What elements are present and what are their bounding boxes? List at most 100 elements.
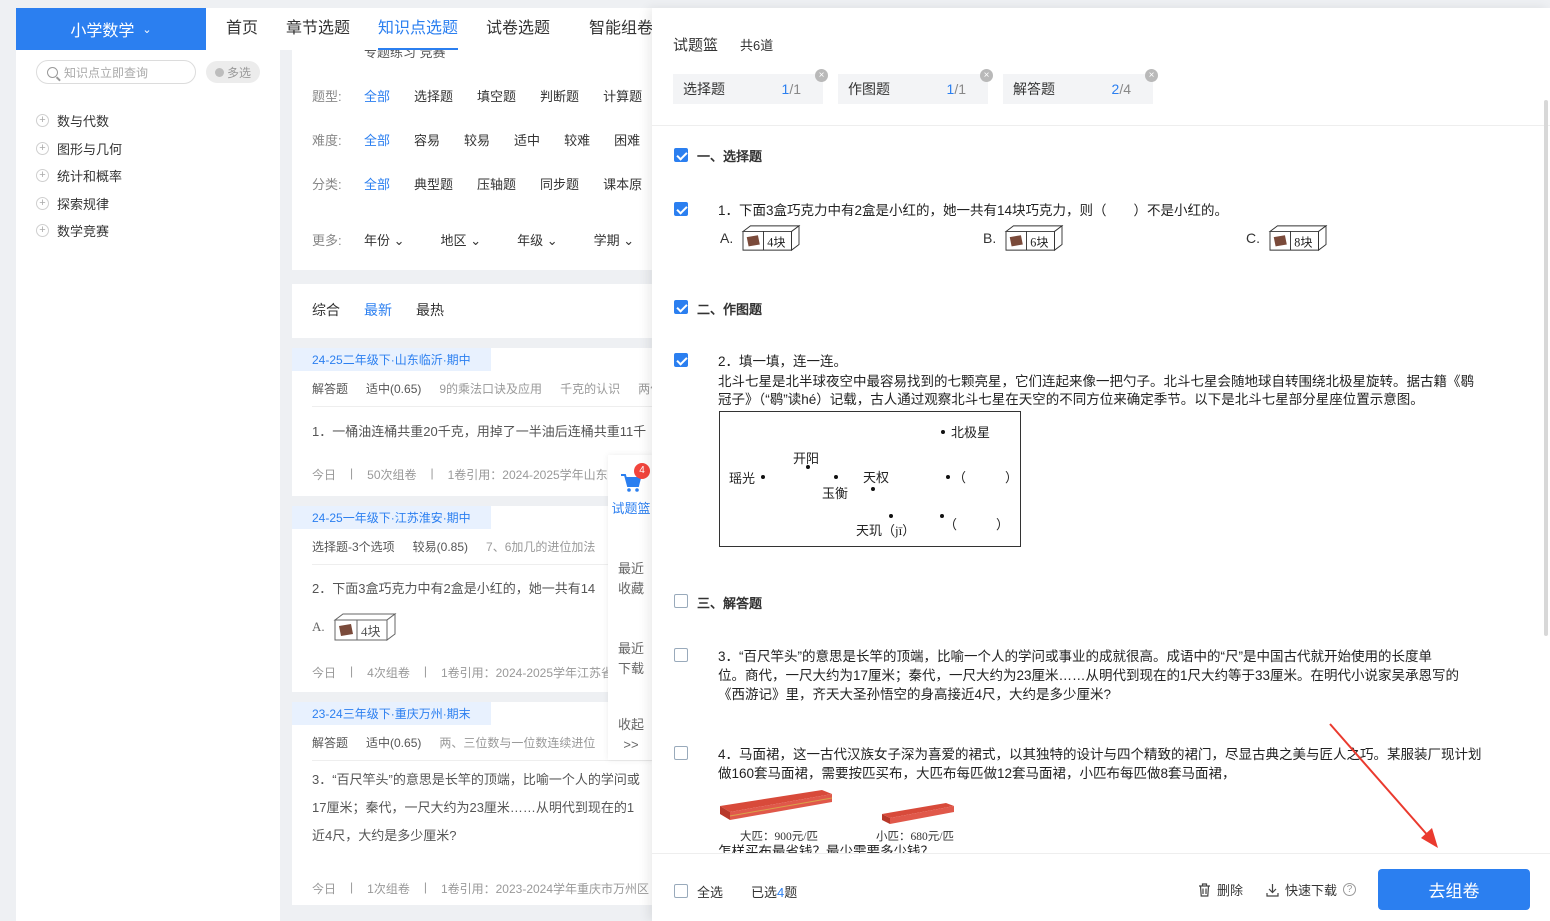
question-checkbox[interactable] [674, 648, 688, 662]
collapse-button[interactable]: 收起 >> [608, 715, 654, 755]
sort-tab-latest[interactable]: 最新 [364, 300, 392, 320]
question-card[interactable]: 24-25二年级下·山东临沂·期中 解答题 适中(0.65) 9的乘法口诀及应用… [292, 338, 662, 492]
tree-item[interactable]: + 数学竞赛 [36, 220, 109, 240]
question-source[interactable]: 24-25二年级下·山东临沂·期中 [292, 348, 491, 371]
delete-button[interactable]: 删除 [1198, 880, 1243, 899]
filter-option[interactable]: 计算题 [603, 86, 642, 105]
recent-favorites[interactable]: 最近 收藏 [608, 559, 654, 599]
nav-paper[interactable]: 试卷选题 [486, 8, 550, 50]
tree-item[interactable]: + 数与代数 [36, 110, 109, 130]
question-checkbox[interactable] [674, 202, 688, 216]
filter-option[interactable]: 同步题 [540, 174, 579, 193]
year-dropdown[interactable]: 年份 ⌄ [364, 230, 405, 249]
divider [312, 406, 662, 407]
question-card[interactable]: 23-24三年级下·重庆万州·期末 解答题 适中(0.65) 两、三位数与一位数… [292, 692, 662, 905]
knowledge-tag[interactable]: 两、三位数与一位数连续进位 [439, 734, 595, 751]
section-title: 三、解答题 [697, 596, 763, 611]
question-checkbox[interactable] [674, 746, 688, 760]
filter-label: 更多: [312, 232, 342, 248]
basket-footer: 全选 已选4题 删除 快速下载 ? 去组卷 [652, 853, 1550, 921]
recent-downloads[interactable]: 最近 下载 [608, 639, 654, 679]
filter-option[interactable]: 全部 [364, 130, 390, 149]
filter-option[interactable]: 典型题 [414, 174, 453, 193]
question-checkbox[interactable] [674, 353, 688, 367]
expand-icon[interactable]: + [36, 196, 49, 210]
filter-option[interactable]: 选择题 [414, 86, 453, 105]
section-checkbox[interactable] [674, 300, 688, 314]
remove-chip-icon[interactable]: × [1145, 69, 1158, 82]
filter-option[interactable]: 较易 [464, 130, 490, 149]
tool-label: 收藏 [617, 581, 644, 596]
star-dot [834, 475, 838, 479]
filter-option[interactable]: 压轴题 [477, 174, 516, 193]
chip-total: /4 [1119, 81, 1131, 97]
question-text: 做160套马面裙，需要按匹买布，大匹布每匹做12套马面裙，小匹布每匹做8套马面裙… [718, 766, 1236, 781]
type-chip-choice[interactable]: 选择题 1/1 × [673, 69, 828, 104]
select-all-label[interactable]: 全选 [697, 882, 723, 901]
remove-chip-icon[interactable]: × [980, 69, 993, 82]
chip-label: 解答题 [1013, 81, 1055, 97]
star-dot [941, 430, 945, 434]
option-label: A. [312, 619, 325, 634]
expand-icon[interactable]: + [36, 113, 49, 127]
expand-icon[interactable]: + [36, 168, 49, 182]
help-icon[interactable]: ? [1343, 883, 1357, 896]
filter-option[interactable]: 容易 [414, 130, 440, 149]
type-chip-drawing[interactable]: 作图题 1/1 × [838, 69, 993, 104]
tree-item[interactable]: + 图形与几何 [36, 138, 122, 158]
question-uses: 50次组卷 [367, 468, 417, 482]
chevron-down-icon: ⌄ [142, 23, 152, 36]
quick-download-button[interactable]: 快速下载 ? [1266, 880, 1357, 899]
knowledge-tag[interactable]: 7、6加几的进位加法 [486, 538, 595, 555]
type-chip-answer[interactable]: 解答题 2/4 × [1003, 69, 1158, 104]
nav-knowledge[interactable]: 知识点选题 [378, 8, 459, 50]
question-source[interactable]: 24-25一年级下·江苏淮安·期中 [292, 506, 491, 529]
knowledge-tag[interactable]: 9的乘法口诀及应用 [439, 380, 542, 397]
tree-item[interactable]: + 统计和概率 [36, 165, 122, 185]
basket-tool[interactable]: 试题篮 [608, 473, 654, 519]
compose-paper-button[interactable]: 去组卷 [1378, 869, 1530, 910]
filter-option[interactable]: 较难 [564, 130, 590, 149]
select-all-checkbox[interactable] [674, 884, 688, 898]
sort-tab-hot[interactable]: 最热 [416, 300, 444, 320]
star-label: 玉衡 [822, 486, 849, 501]
filter-option[interactable]: 全部 [364, 174, 390, 193]
section-checkbox[interactable] [674, 148, 688, 162]
tree-item[interactable]: + 探索规律 [36, 193, 109, 213]
choice-label: C. [1246, 230, 1260, 246]
region-dropdown[interactable]: 地区 ⌄ [441, 230, 482, 249]
filter-option[interactable]: 课本原 [603, 174, 642, 193]
expand-icon[interactable]: + [36, 141, 49, 155]
drawer-scrollbar[interactable] [1544, 100, 1548, 636]
chevron-down-icon: ⌄ [546, 232, 558, 248]
question-uses: 4次组卷 [367, 666, 410, 680]
filter-option[interactable]: 适中 [514, 130, 540, 149]
tree-item-label: 探索规律 [57, 196, 110, 212]
filter-option[interactable]: 判断题 [540, 86, 579, 105]
nav-smart[interactable]: 智能组卷 [589, 8, 653, 50]
filter-label: 题型: [312, 88, 342, 104]
term-dropdown[interactable]: 学期 ⌄ [594, 230, 635, 249]
multi-select-toggle[interactable]: 多选 [206, 61, 260, 83]
knowledge-tag[interactable]: 千克的认识 [560, 380, 620, 397]
grade-dropdown[interactable]: 年级 ⌄ [517, 230, 558, 249]
quick-download-label: 快速下载 [1285, 883, 1338, 898]
sort-tab-overall[interactable]: 综合 [312, 300, 340, 320]
filter-option[interactable]: 填空题 [477, 86, 516, 105]
tool-label: >> [623, 737, 639, 752]
subject-selector[interactable]: 小学数学 ⌄ [16, 8, 206, 50]
star-dot [889, 514, 893, 518]
selected-suffix: 题 [784, 885, 798, 900]
section-checkbox[interactable] [674, 594, 688, 608]
nav-home[interactable]: 首页 [226, 8, 258, 50]
remove-chip-icon[interactable]: × [815, 69, 828, 82]
question-type: 解答题 [312, 382, 349, 396]
filter-option[interactable]: 全部 [364, 86, 390, 105]
chocolate-box-image: 6块 [1004, 224, 1064, 252]
question-source[interactable]: 23-24三年级下·重庆万州·期末 [292, 702, 491, 725]
question-card[interactable]: 24-25一年级下·江苏淮安·期中 选择题-3个选项 较易(0.85) 7、6加… [292, 496, 662, 692]
nav-chapter[interactable]: 章节选题 [286, 8, 350, 50]
expand-icon[interactable]: + [36, 223, 49, 237]
filter-option[interactable]: 困难 [614, 130, 640, 149]
knowledge-search-input[interactable]: 知识点立即查询 [36, 60, 196, 84]
